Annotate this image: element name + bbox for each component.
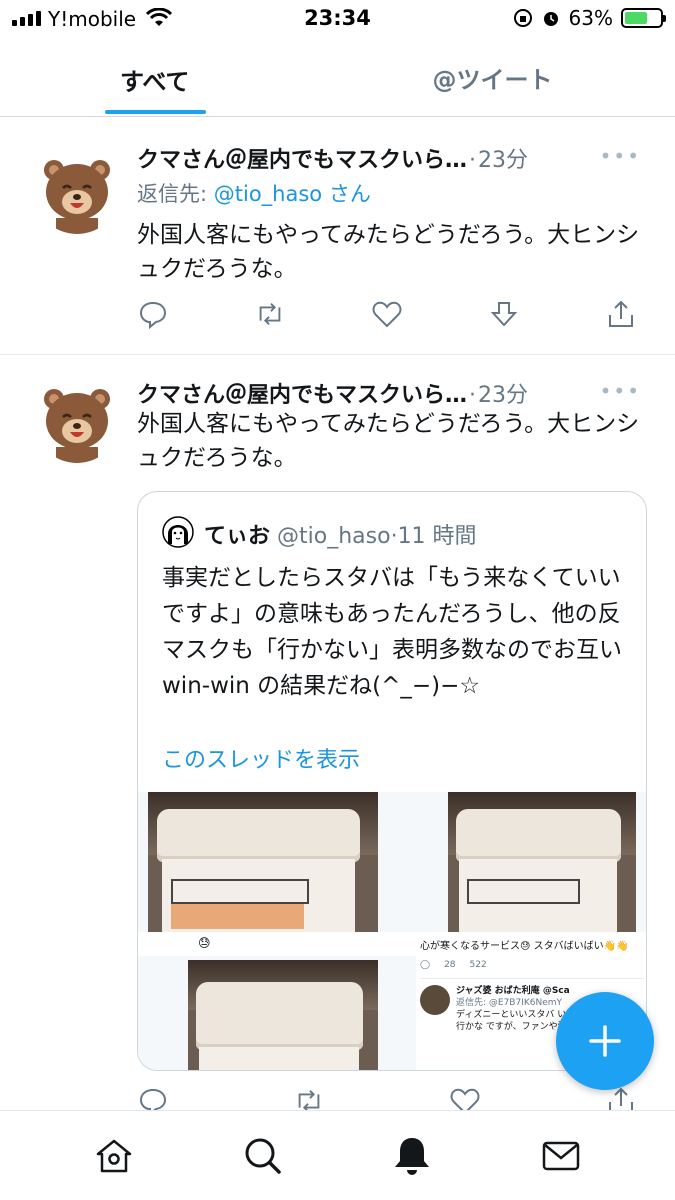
tab-mentions-label: @ツイート: [432, 65, 553, 94]
tweet[interactable]: クマさん＠屋内でもマスクいら… · 23分 ••• 返信先: @tio_haso…: [0, 118, 675, 355]
separator-dot: ·: [469, 148, 477, 173]
tweet-header: クマさん＠屋内でもマスクいら… · 23分: [137, 377, 528, 409]
tweet-text: 外国人客にもやってみたらどうだろう。大ヒンシュクだろうな。: [137, 411, 640, 471]
bottom-navigation: [0, 1110, 675, 1200]
mini-retweet-count: 28: [444, 960, 456, 970]
active-tab-indicator: [105, 110, 206, 114]
bear-avatar[interactable]: [34, 377, 120, 463]
notification-tabs: すべて @ツイート: [0, 38, 675, 117]
tweet-actions: [137, 298, 637, 330]
quoted-display-name[interactable]: てぃお: [204, 524, 270, 549]
battery-icon: [621, 8, 666, 28]
bear-face-icon: [44, 389, 110, 463]
quoted-tweet-text: 事実だとしたらスタバは「もう来なくていいですよ」の意味もあったんだろうし、他の反…: [162, 565, 622, 699]
bear-avatar[interactable]: [34, 148, 120, 234]
coffee-cup-photo: [148, 792, 378, 932]
compose-tweet-button[interactable]: [556, 992, 654, 1090]
display-name[interactable]: クマさん＠屋内でもマスクいら…: [137, 377, 467, 409]
tab-all-label: すべて: [120, 68, 190, 96]
reply-handle-link[interactable]: @tio_haso: [214, 182, 322, 206]
status-bar: Y!mobile 23:34 63%: [0, 0, 675, 38]
coffee-cup-photo: [448, 792, 636, 932]
mini-caption: 心が寒くなるサービス😓 スタバばいばい👋👋: [420, 941, 629, 952]
orientation-lock-icon: [513, 9, 532, 27]
quoted-tweet[interactable]: てぃお @tio_haso·11 時間 事実だとしたらスタバは「もう来なくていい…: [137, 491, 647, 1071]
home-icon[interactable]: [92, 1134, 136, 1178]
separator-dot: ·: [390, 524, 398, 549]
bear-face-icon: [44, 160, 110, 234]
timestamp: 23分: [478, 148, 529, 173]
mini-avatar: [420, 985, 450, 1015]
mini-reply-icon: ◯: [420, 960, 431, 970]
alarm-icon: [543, 12, 558, 26]
search-icon[interactable]: [241, 1134, 285, 1178]
more-options-icon[interactable]: •••: [600, 144, 641, 168]
timestamp: 23分: [478, 383, 529, 408]
separator-dot: ·: [469, 383, 477, 408]
quoted-tweet-header: てぃお @tio_haso·11 時間: [204, 518, 477, 550]
tweet-header: クマさん＠屋内でもマスクいら… · 23分: [137, 142, 528, 174]
retweet-icon[interactable]: [254, 298, 286, 330]
tweet[interactable]: クマさん＠屋内でもマスクいら… · 23分 ••• 外国人客にもやってみたらどう…: [0, 355, 675, 1116]
quoted-timestamp: 11 時間: [397, 524, 477, 549]
reply-prefix: 返信先:: [137, 182, 214, 206]
battery-percentage: 63%: [568, 6, 613, 30]
reply-to-line: 返信先: @tio_haso さん: [137, 178, 371, 208]
reply-icon[interactable]: [137, 298, 169, 330]
tweet-text: 外国人客にもやってみたらどうだろう。大ヒンシュクだろうな。: [137, 222, 640, 282]
tab-all[interactable]: すべて: [0, 38, 310, 116]
download-icon[interactable]: [488, 298, 520, 330]
share-icon[interactable]: [605, 298, 637, 330]
coffee-cup-photo: [188, 960, 378, 1070]
quoted-user-avatar[interactable]: [162, 516, 194, 548]
reply-suffix: さん: [322, 182, 371, 206]
like-icon[interactable]: [371, 298, 403, 330]
tab-mentions[interactable]: @ツイート: [310, 38, 675, 116]
mini-like-count: 522: [469, 960, 487, 970]
messages-icon[interactable]: [539, 1134, 583, 1178]
show-thread-link[interactable]: このスレッドを表示: [162, 742, 360, 774]
notifications-icon[interactable]: [390, 1134, 434, 1178]
display-name[interactable]: クマさん＠屋内でもマスクいら…: [137, 142, 467, 174]
quoted-handle: @tio_haso: [277, 524, 391, 549]
more-options-icon[interactable]: •••: [600, 379, 641, 403]
plus-icon: [589, 1025, 621, 1057]
